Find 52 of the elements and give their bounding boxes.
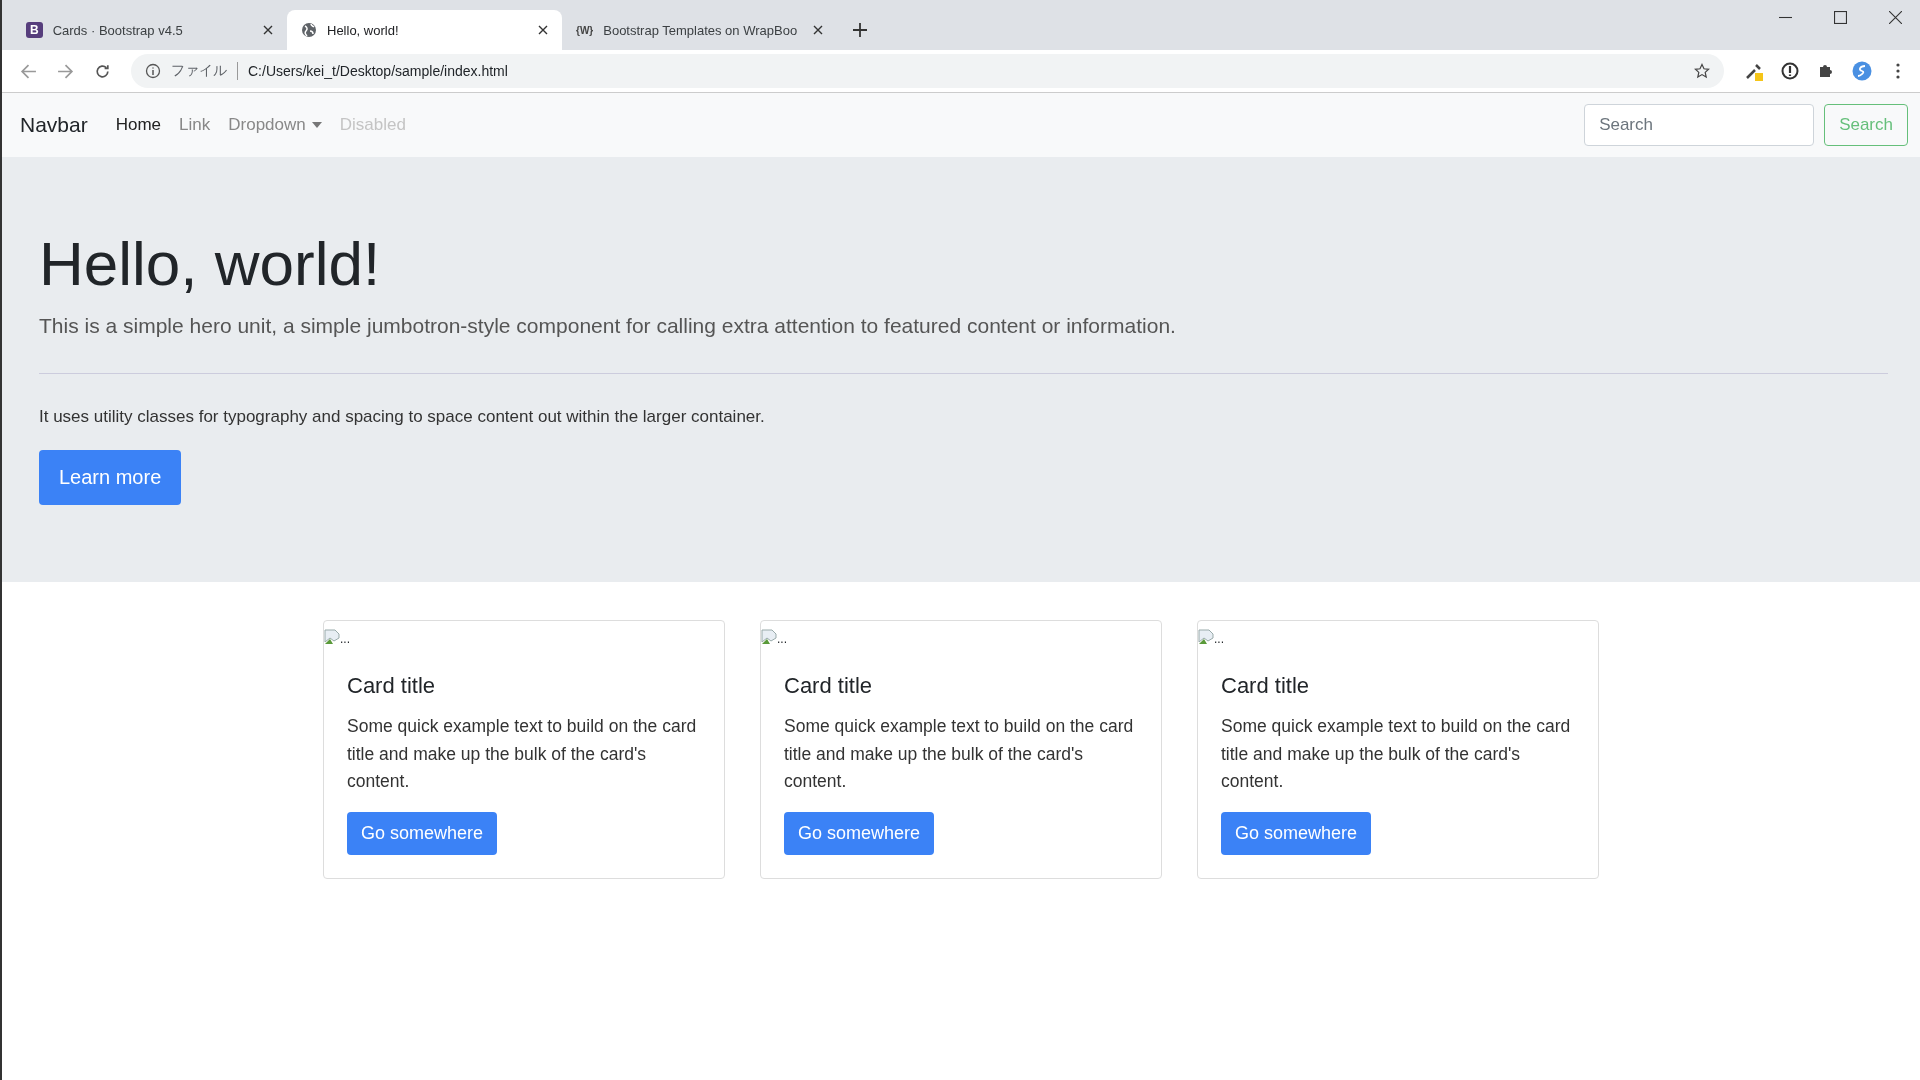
tab-title: Cards · Bootstrap v4.5	[52, 22, 184, 38]
eyedropper-icon[interactable]	[1744, 61, 1764, 81]
card-text: Some quick example text to build on the card title and make up the bulk of the card's content.	[347, 715, 698, 794]
hero-lead-text: This is a simple hero unit, a simple jumbotron-style component for calling extra attention to featured content or information.	[39, 313, 1177, 340]
search-field[interactable]: Search	[1584, 104, 1815, 146]
globe-icon	[301, 22, 317, 38]
favicon-icon: B	[26, 22, 43, 38]
browser-tab[interactable]: B Cards · Bootstrap v4.5	[12, 10, 287, 50]
reload-icon[interactable]	[94, 62, 111, 80]
go-somewhere-button[interactable]: Go somewhere	[1221, 811, 1372, 855]
tab-title: Hello, world!	[327, 22, 400, 38]
address-bar[interactable]: ファイル C:/Users/kei_t/Desktop/sample/index.html	[131, 54, 1724, 88]
nav-link[interactable]: Dropdown	[228, 115, 322, 135]
star-icon[interactable]	[1694, 63, 1710, 79]
image-alt-text: ...	[340, 633, 350, 645]
image-alt-text: ...	[1214, 633, 1224, 645]
back-arrow-icon[interactable]	[20, 62, 37, 80]
info-icon	[145, 63, 161, 79]
forward-arrow-icon[interactable]	[57, 62, 74, 80]
close-icon[interactable]	[1889, 11, 1902, 24]
card-title: Card title	[347, 673, 437, 699]
hero-text: It uses utility classes for typography and spacing to space content out within the larger container.	[39, 405, 766, 428]
info-circle-icon[interactable]	[1780, 61, 1800, 81]
maximize-icon[interactable]	[1834, 11, 1847, 24]
close-icon[interactable]	[538, 25, 548, 35]
card-text: Some quick example text to build on the card title and make up the bulk of the card's content.	[1221, 715, 1572, 794]
broken-image-icon	[324, 629, 340, 645]
navbar-brand[interactable]: Navbar	[20, 113, 88, 137]
new-tab-icon[interactable]	[853, 23, 867, 37]
nav-link[interactable]: Home	[115, 115, 162, 135]
scheme-label: ファイル	[171, 62, 238, 80]
learn-more-button[interactable]: Learn more	[39, 450, 182, 506]
browser-tab[interactable]: {W} Bootstrap Templates on WrapBoo	[562, 10, 837, 50]
close-icon[interactable]	[263, 25, 273, 35]
url-text: C:/Users/kei_t/Desktop/sample/index.html	[248, 63, 509, 79]
go-somewhere-button[interactable]: Go somewhere	[347, 811, 498, 855]
broken-image-icon	[1198, 629, 1214, 645]
card-text: Some quick example text to build on the card title and make up the bulk of the card's content.	[784, 715, 1135, 794]
card-title: Card title	[784, 673, 874, 699]
broken-image-icon	[761, 629, 777, 645]
card-title: Card title	[1221, 673, 1311, 699]
tab-title: Bootstrap Templates on WrapBoo	[603, 22, 799, 38]
search-button[interactable]: Search	[1824, 104, 1908, 146]
favicon-icon: {W}	[576, 24, 594, 36]
nav-link[interactable]: Link	[179, 115, 211, 135]
hero-heading: Hello, world!	[39, 228, 382, 300]
image-alt-text: ...	[777, 633, 787, 645]
go-somewhere-button[interactable]: Go somewhere	[784, 811, 935, 855]
browser-tab[interactable]: Hello, world!	[287, 10, 562, 50]
caret-icon	[311, 122, 322, 128]
close-icon[interactable]	[813, 25, 823, 35]
profile-avatar-icon[interactable]	[1852, 61, 1872, 81]
